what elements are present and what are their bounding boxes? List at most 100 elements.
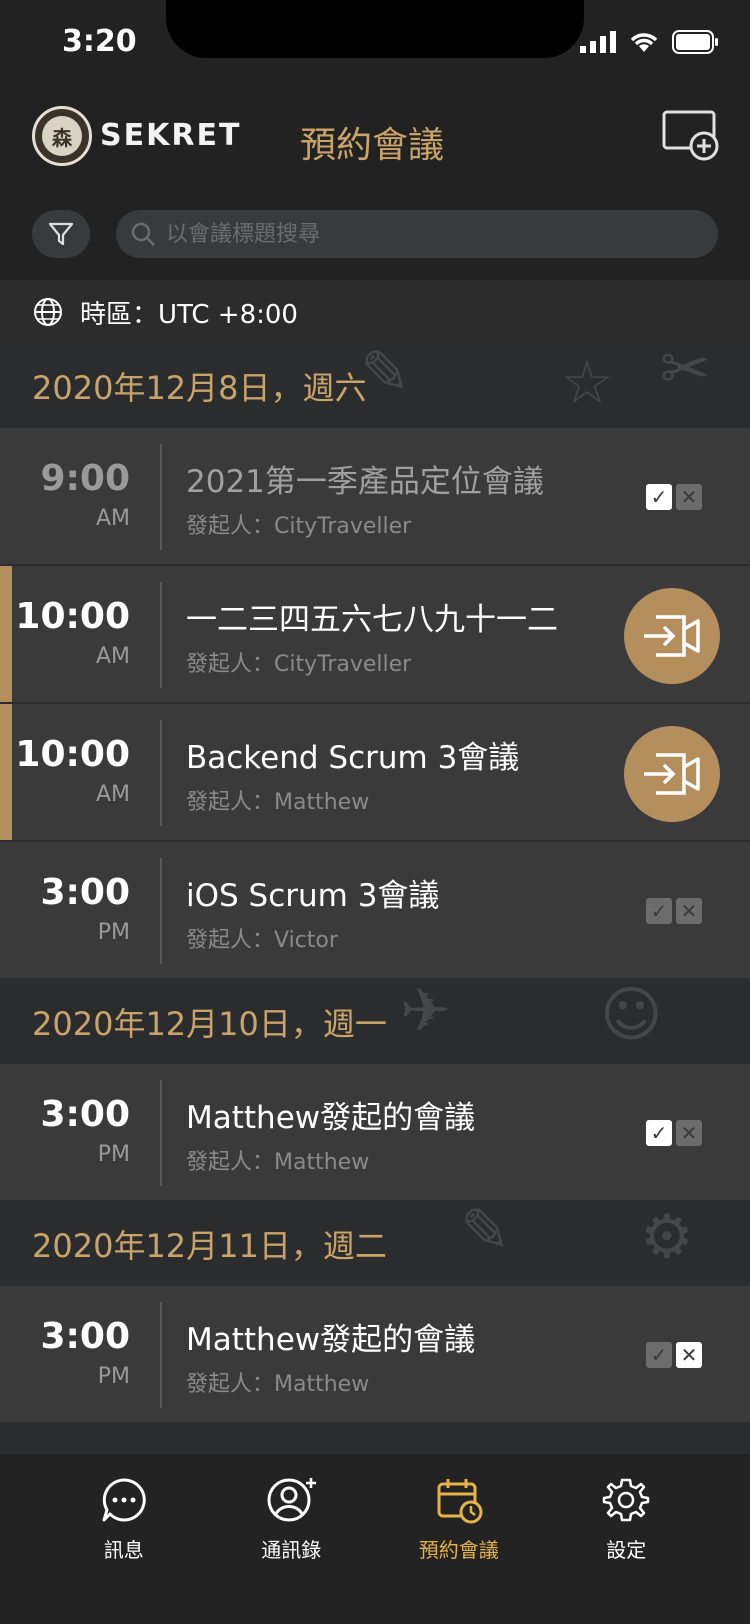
meeting-title: iOS Scrum 3會議 <box>186 878 440 914</box>
meeting-host: 發起人：Victor <box>186 928 338 953</box>
search-icon <box>131 222 155 246</box>
app-logo: 森 <box>32 106 92 166</box>
divider <box>160 444 162 550</box>
search-bar[interactable] <box>116 210 718 258</box>
decline-x-icon[interactable]: ✕ <box>676 898 702 924</box>
date-label: 2020年12月8日，週六 <box>32 369 367 407</box>
accept-check-icon[interactable]: ✓ <box>646 484 672 510</box>
meeting-row[interactable]: 9:00 AM 2021第一季產品定位會議 發起人：CityTraveller … <box>0 428 750 566</box>
meeting-ampm: AM <box>95 644 130 669</box>
meeting-title: 一二三四五六七八九十一二 <box>186 602 558 638</box>
meeting-time: 9:00 <box>40 458 130 499</box>
tab-label: 訊息 <box>103 1538 144 1562</box>
doodle-decoration: ✎ <box>460 1202 511 1266</box>
rsvp-actions: ✓ ✕ <box>646 1120 702 1146</box>
meeting-title: Matthew發起的會議 <box>186 1322 476 1358</box>
meeting-ampm: PM <box>97 1364 130 1389</box>
tab-label: 設定 <box>606 1538 647 1562</box>
globe-icon <box>34 298 62 326</box>
filter-icon <box>48 222 74 246</box>
meeting-row[interactable]: 3:00 PM iOS Scrum 3會議 發起人：Victor ✓ ✕ <box>0 842 750 980</box>
doodle-decoration: ✂ <box>660 344 711 404</box>
divider <box>160 1302 162 1408</box>
meeting-row[interactable]: 10:00 AM Backend Scrum 3會議 發起人：Matthew <box>0 704 750 842</box>
meeting-ampm: AM <box>95 782 130 807</box>
search-input[interactable] <box>166 221 686 247</box>
meeting-time: 10:00 <box>15 734 130 775</box>
timezone-bar: 時區：UTC +8:00 <box>0 280 750 344</box>
tab-bar: 訊息 通訊錄 預約會議 設定 <box>0 1454 750 1624</box>
enter-video-icon <box>644 615 700 657</box>
rsvp-actions: ✓ ✕ <box>646 1342 702 1368</box>
new-meeting-icon[interactable] <box>660 104 720 164</box>
meeting-row[interactable]: 10:00 AM 一二三四五六七八九十一二 發起人：CityTraveller <box>0 566 750 704</box>
list-end-spacer <box>0 1424 750 1454</box>
signal-icon <box>580 31 616 53</box>
join-meeting-button[interactable] <box>624 588 720 684</box>
decline-x-icon[interactable]: ✕ <box>676 484 702 510</box>
divider <box>160 858 162 964</box>
rsvp-actions: ✓ ✕ <box>646 484 702 510</box>
divider <box>160 582 162 688</box>
accept-check-icon[interactable]: ✓ <box>646 1120 672 1146</box>
gear-icon <box>603 1478 650 1522</box>
decline-x-icon[interactable]: ✕ <box>676 1120 702 1146</box>
tab-contacts[interactable]: 通訊錄 <box>231 1476 351 1624</box>
status-time: 3:20 <box>62 24 137 59</box>
meeting-time: 3:00 <box>40 1094 130 1135</box>
status-bar: 3:20 <box>0 0 750 88</box>
app-header: 森 SEKRET 預約會議 <box>0 88 750 280</box>
battery-icon <box>672 30 718 54</box>
meeting-host: 發起人：Matthew <box>186 790 370 815</box>
meeting-host: 發起人：Matthew <box>186 1150 370 1175</box>
doodle-decoration: ✈ <box>400 980 451 1046</box>
phone-screen: 3:20 森 SEKRET 預約會議 以會議標題搜尋 時區：UTC +8:00 … <box>0 0 750 1624</box>
doodle-decoration: ✎ <box>360 344 411 408</box>
meeting-row[interactable]: 3:00 PM Matthew發起的會議 發起人：Matthew ✓ ✕ <box>0 1064 750 1202</box>
meeting-time: 10:00 <box>15 596 130 637</box>
date-header: ✎ ⚙ 2020年12月11日，週二 <box>0 1202 750 1286</box>
meeting-host: 發起人：CityTraveller <box>186 514 412 539</box>
timezone-label: 時區：UTC +8:00 <box>80 299 298 330</box>
meeting-ampm: PM <box>97 920 130 945</box>
filter-button[interactable] <box>32 210 90 258</box>
status-icons <box>580 30 720 54</box>
meeting-time: 3:00 <box>40 872 130 913</box>
tab-messages[interactable]: 訊息 <box>64 1476 184 1624</box>
page-title: 預約會議 <box>300 125 445 166</box>
meeting-host: 發起人：Matthew <box>186 1372 370 1397</box>
meeting-host: 發起人：CityTraveller <box>186 652 412 677</box>
divider <box>160 720 162 826</box>
meeting-title: Backend Scrum 3會議 <box>186 740 520 776</box>
doodle-decoration: ☺ <box>600 980 663 1050</box>
divider <box>160 1080 162 1186</box>
meeting-ampm: PM <box>97 1142 130 1167</box>
doodle-decoration: ☆ <box>560 348 614 418</box>
brand-name: SEKRET <box>100 118 242 153</box>
accept-check-icon[interactable]: ✓ <box>646 898 672 924</box>
enter-video-icon <box>644 753 700 795</box>
date-label: 2020年12月11日，週二 <box>32 1227 387 1265</box>
contacts-icon <box>267 1478 317 1522</box>
tab-label: 通訊錄 <box>261 1538 322 1562</box>
date-header: ✎ ☆ ✂ 2020年12月8日，週六 <box>0 344 750 428</box>
logo-emblem: 森 <box>42 116 82 156</box>
wifi-icon <box>630 33 658 52</box>
meeting-ampm: AM <box>95 506 130 531</box>
join-meeting-button[interactable] <box>624 726 720 822</box>
tab-settings[interactable]: 設定 <box>566 1476 686 1624</box>
tab-meetings[interactable]: 預約會議 <box>399 1476 519 1624</box>
meeting-list[interactable]: ✎ ☆ ✂ 2020年12月8日，週六 9:00 AM 2021第一季產品定位會… <box>0 344 750 1454</box>
meeting-time: 3:00 <box>40 1316 130 1357</box>
calendar-clock-icon <box>437 1479 483 1524</box>
decline-x-icon[interactable]: ✕ <box>676 1342 702 1368</box>
chat-bubble-icon <box>102 1478 146 1522</box>
tab-label: 預約會議 <box>418 1538 499 1562</box>
notch <box>166 0 584 58</box>
meeting-title: 2021第一季產品定位會議 <box>186 464 544 500</box>
accept-check-icon[interactable]: ✓ <box>646 1342 672 1368</box>
meeting-row[interactable]: 3:00 PM Matthew發起的會議 發起人：Matthew ✓ ✕ <box>0 1286 750 1424</box>
meeting-title: Matthew發起的會議 <box>186 1100 476 1136</box>
doodle-decoration: ⚙ <box>640 1202 694 1272</box>
date-header: ✈ ☺ 2020年12月10日，週一 <box>0 980 750 1064</box>
